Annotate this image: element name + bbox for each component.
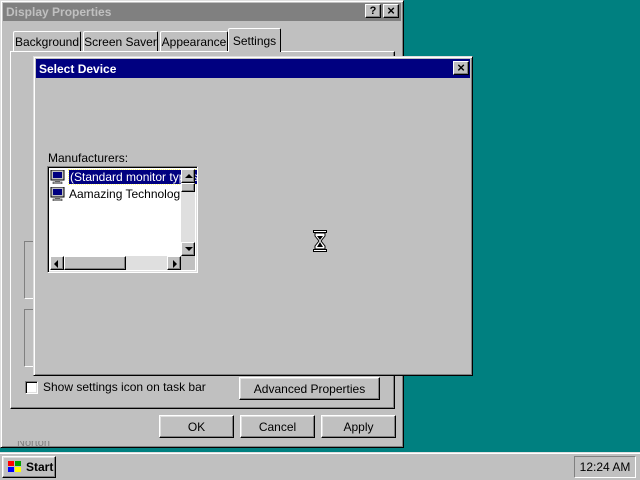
select-device-titlebar[interactable]: Select Device [36, 59, 470, 78]
cancel-button[interactable]: Cancel [240, 415, 315, 438]
list-item[interactable]: (Standard monitor types) [50, 169, 197, 185]
vertical-scrollbar[interactable] [181, 169, 195, 256]
tab-settings[interactable]: Settings [228, 28, 281, 52]
hourglass-icon [313, 230, 327, 255]
clock[interactable]: 12:24 AM [580, 460, 631, 474]
select-device-dialog: Select Device × Manufacturers: (Standard… [33, 56, 473, 376]
manufacturers-label: Manufacturers: [48, 151, 129, 165]
cancel-label: Cancel [258, 419, 297, 434]
scroll-down-button[interactable] [181, 242, 195, 256]
ok-button[interactable]: OK [159, 415, 234, 438]
arrow-left-icon [54, 260, 58, 268]
help-button[interactable]: ? [365, 4, 381, 18]
monitor-icon [50, 169, 66, 185]
ok-label: OK [187, 419, 206, 434]
windows-logo-icon [7, 460, 23, 474]
scroll-thumb[interactable] [181, 183, 195, 192]
horizontal-scrollbar[interactable] [50, 256, 181, 270]
arrow-up-icon [185, 174, 193, 178]
scroll-right-button[interactable] [167, 256, 181, 270]
behind-text: Norton [17, 441, 51, 447]
tab-background[interactable]: Background [13, 31, 81, 51]
advanced-properties-button[interactable]: Advanced Properties [239, 377, 380, 400]
show-settings-icon-checkbox[interactable] [25, 381, 38, 394]
arrow-down-icon [185, 247, 193, 251]
select-device-close-button[interactable]: × [453, 61, 469, 75]
start-button[interactable]: Start [2, 456, 56, 478]
advanced-properties-label: Advanced Properties [253, 381, 366, 396]
arrow-right-icon [173, 260, 177, 268]
monitor-icon [50, 186, 66, 202]
scroll-thumb-horizontal[interactable] [64, 256, 126, 270]
apply-button[interactable]: Apply [321, 415, 396, 438]
select-device-title: Select Device [39, 61, 117, 76]
system-tray: 12:24 AM [574, 456, 636, 478]
close-button[interactable]: × [383, 4, 399, 18]
start-label: Start [26, 460, 54, 474]
scroll-corner [181, 256, 195, 270]
display-properties-titlebar[interactable]: Display Properties [3, 3, 401, 21]
list-item[interactable]: Aamazing Technologies [50, 186, 196, 202]
manufacturer-label: (Standard monitor types) [67, 169, 197, 185]
display-properties-title: Display Properties [6, 5, 112, 19]
tab-appearance[interactable]: Appearance [160, 31, 228, 51]
tab-screen-saver[interactable]: Screen Saver [83, 31, 158, 51]
taskbar: Start 12:24 AM [0, 452, 640, 480]
manufacturer-label: Aamazing Technologies [69, 187, 196, 201]
scroll-left-button[interactable] [50, 256, 64, 270]
scroll-up-button[interactable] [181, 169, 195, 183]
manufacturers-listbox[interactable]: (Standard monitor types) Aamazing Techno… [47, 166, 198, 273]
show-settings-icon-label: Show settings icon on task bar [43, 380, 206, 394]
apply-label: Apply [343, 419, 374, 434]
